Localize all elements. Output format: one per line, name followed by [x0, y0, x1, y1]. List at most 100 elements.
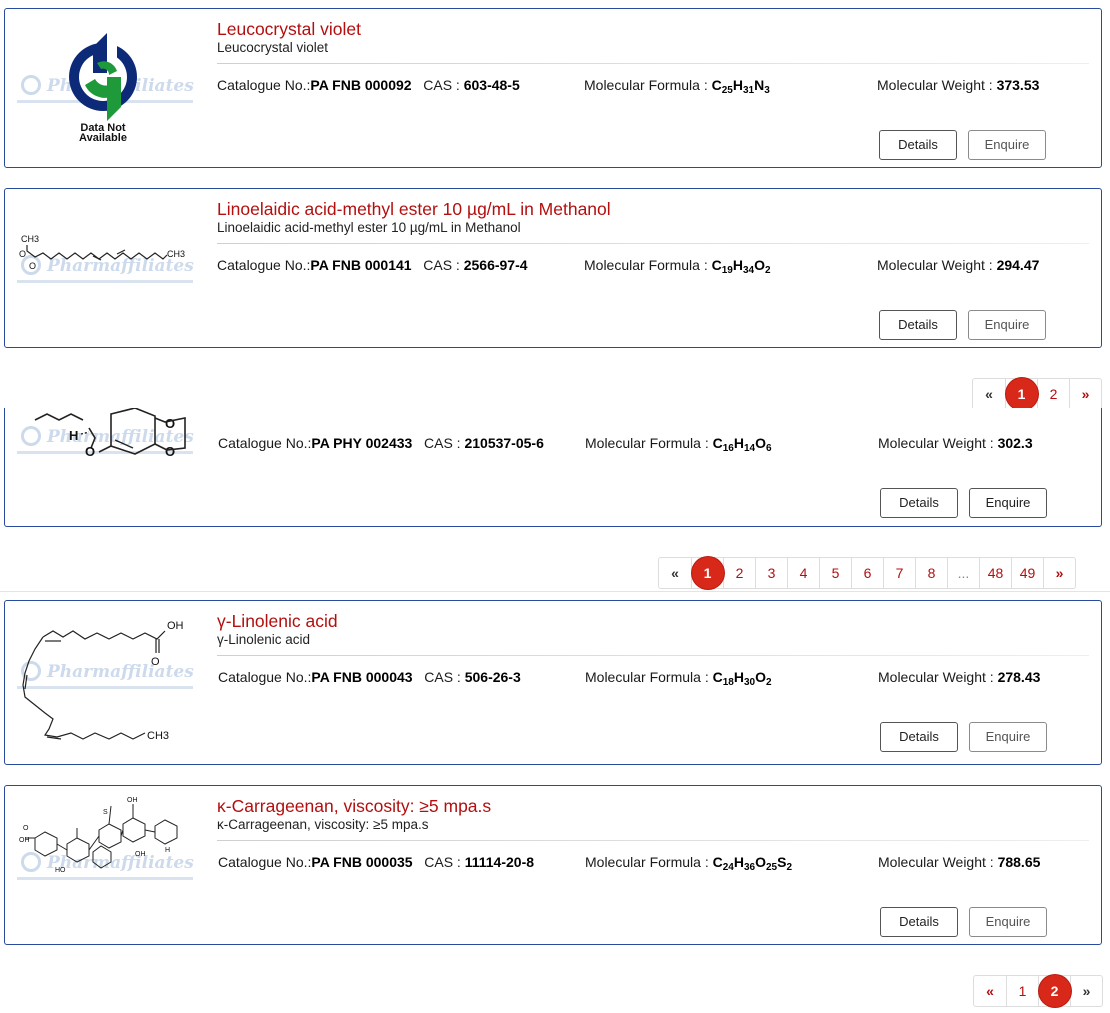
product-image[interactable]: Pharmaffiliates OH O CH3 — [15, 609, 195, 759]
svg-text:O: O — [151, 656, 160, 668]
chemical-structure: OH O CH3 — [22, 620, 184, 742]
formula-label: Molecular Formula : — [584, 257, 708, 273]
prev-page-button[interactable]: « — [974, 976, 1006, 1006]
prev-page-button[interactable]: « — [973, 379, 1005, 409]
page-6-button[interactable]: 6 — [851, 558, 883, 588]
page-number: 1 — [1017, 386, 1026, 402]
formula-count: 36 — [743, 862, 756, 873]
divider — [217, 63, 1089, 64]
product-image[interactable]: Pharmaffiliates OH O S OH HO OH H — [15, 794, 195, 934]
weight-info: Molecular Weight : 278.43 — [878, 669, 1040, 685]
page-8-button[interactable]: 8 — [915, 558, 947, 588]
cas-label: CAS : — [423, 77, 460, 93]
page-5-button[interactable]: 5 — [819, 558, 851, 588]
enquire-button[interactable]: Enquire — [968, 130, 1046, 160]
formula-element: C — [711, 77, 722, 93]
enquire-button[interactable]: Enquire — [969, 722, 1047, 752]
molecular-weight: 294.47 — [996, 257, 1040, 273]
details-button[interactable]: Details — [879, 310, 957, 340]
svg-text:HO: HO — [55, 867, 66, 874]
product-subtitle: κ-Carrageenan, viscosity: ≥5 mpa.s — [217, 817, 429, 832]
molecular-formula: C18H30O2 — [712, 669, 772, 688]
svg-text:O: O — [165, 444, 175, 459]
page-48-button[interactable]: 48 — [979, 558, 1011, 588]
molecular-formula: C24H36O25S2 — [712, 854, 792, 873]
enquire-button[interactable]: Enquire — [969, 907, 1047, 937]
formula-element: C — [712, 669, 723, 685]
page-1-button[interactable]: 1 — [691, 557, 724, 589]
page-2-button[interactable]: 2 — [1038, 975, 1071, 1007]
pagination: « 1 2 3 4 5 6 7 8... 48 49» — [658, 557, 1076, 589]
formula-label: Molecular Formula : — [584, 77, 708, 93]
divider — [217, 840, 1089, 841]
prev-page-button[interactable]: « — [659, 558, 691, 588]
formula-element: O — [755, 854, 766, 870]
enquire-button[interactable]: Enquire — [969, 488, 1047, 518]
page-1-button[interactable]: 1 — [1005, 378, 1038, 410]
product-image[interactable]: Pharmaffiliates H O O O — [15, 408, 195, 468]
formula-element: C — [712, 854, 723, 870]
placeholder-line2: Available — [79, 132, 127, 144]
catalogue-info: Catalogue No.:PA PHY 002433 CAS : 210537… — [218, 435, 544, 451]
catalogue-info: Catalogue No.:PA FNB 000141 CAS : 2566-9… — [217, 257, 528, 273]
catalogue-number: PA FNB 000035 — [311, 854, 413, 870]
product-title[interactable]: Linoelaidic acid-methyl ester 10 µg/mL i… — [217, 199, 611, 220]
formula-count: 25 — [765, 862, 778, 873]
formula-count: 34 — [742, 265, 755, 276]
divider — [0, 591, 1110, 592]
svg-text:CH3: CH3 — [21, 234, 39, 244]
next-page-button[interactable]: » — [1070, 976, 1102, 1006]
formula-element: C — [711, 257, 722, 273]
page-7-button[interactable]: 7 — [883, 558, 915, 588]
page-4-button[interactable]: 4 — [787, 558, 819, 588]
weight-info: Molecular Weight : 373.53 — [877, 77, 1039, 93]
next-page-button[interactable]: » — [1043, 558, 1075, 588]
details-button[interactable]: Details — [880, 488, 958, 518]
page-49-button[interactable]: 49 — [1011, 558, 1043, 588]
product-image[interactable]: Pharmaffiliates CH3 O O CH3 — [15, 197, 195, 337]
product-image[interactable]: Pharmaffiliates Data Not Available — [15, 17, 195, 157]
svg-text:O: O — [85, 444, 95, 459]
catalogue-number: PA PHY 002433 — [311, 435, 413, 451]
formula-count: 30 — [743, 677, 756, 688]
details-button[interactable]: Details — [879, 130, 957, 160]
svg-text:OH: OH — [135, 851, 146, 858]
formula-info: Molecular Formula : C25H31N3 — [584, 77, 770, 96]
formula-element: H — [733, 435, 744, 451]
catalogue-info: Catalogue No.:PA FNB 000092 CAS : 603-48… — [217, 77, 520, 93]
svg-text:CH3: CH3 — [147, 730, 169, 742]
weight-info: Molecular Weight : 302.3 — [878, 435, 1033, 451]
formula-count: 3 — [764, 85, 770, 96]
weight-label: Molecular Weight : — [878, 669, 994, 685]
formula-count: 19 — [721, 265, 733, 276]
page-3-button[interactable]: 3 — [755, 558, 787, 588]
product-title[interactable]: γ-Linolenic acid — [217, 611, 338, 632]
formula-element: O — [755, 669, 766, 685]
page-1-button[interactable]: 1 — [1006, 976, 1038, 1006]
cas-label: CAS : — [424, 669, 461, 685]
product-card: Pharmaffiliates Data Not Available Leuco… — [4, 8, 1102, 168]
svg-text:O: O — [19, 249, 26, 259]
page-2-button[interactable]: 2 — [1037, 379, 1069, 409]
catalogue-info: Catalogue No.:PA FNB 000035 CAS : 11114-… — [218, 854, 534, 870]
details-button[interactable]: Details — [880, 907, 958, 937]
enquire-button[interactable]: Enquire — [968, 310, 1046, 340]
formula-label: Molecular Formula : — [585, 669, 709, 685]
page-2-button[interactable]: 2 — [723, 558, 755, 588]
product-title[interactable]: κ-Carrageenan, viscosity: ≥5 mpa.s — [217, 796, 491, 817]
product-title[interactable]: Leucocrystal violet — [217, 19, 361, 40]
svg-text:O: O — [29, 261, 36, 271]
molecular-weight: 788.65 — [997, 854, 1041, 870]
formula-count: 14 — [743, 443, 756, 454]
product-subtitle: Leucocrystal violet — [217, 40, 329, 55]
formula-label: Molecular Formula : — [585, 435, 709, 451]
formula-info: Molecular Formula : C18H30O2 — [585, 669, 772, 688]
formula-count: 25 — [721, 85, 733, 96]
next-page-button[interactable]: » — [1069, 379, 1101, 409]
weight-label: Molecular Weight : — [877, 77, 993, 93]
page-ellipsis[interactable]: ... — [947, 558, 979, 588]
formula-info: Molecular Formula : C16H14O6 — [585, 435, 772, 454]
svg-text:O: O — [165, 416, 175, 431]
svg-text:OH: OH — [167, 620, 184, 632]
details-button[interactable]: Details — [880, 722, 958, 752]
